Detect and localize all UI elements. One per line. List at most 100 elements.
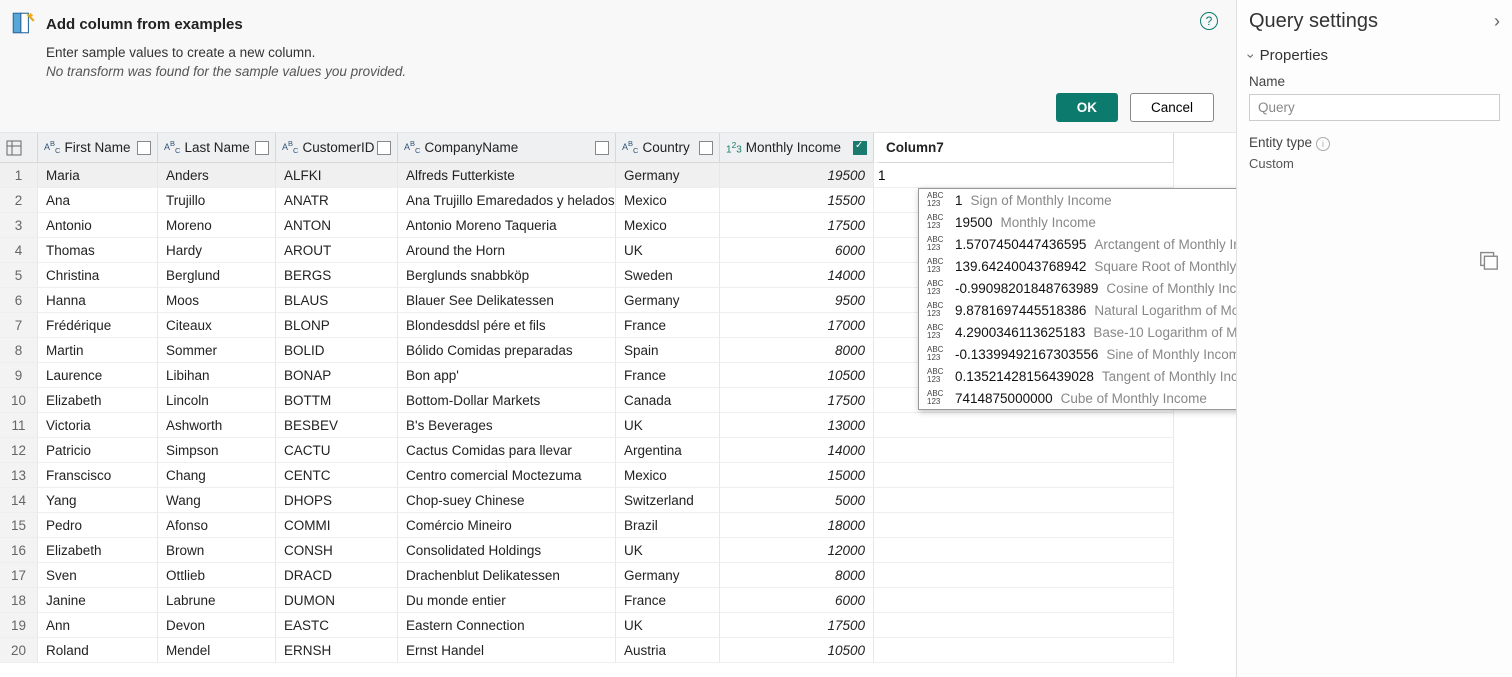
cell-country[interactable]: Canada [616, 388, 720, 413]
cell-first-name[interactable]: Antonio [38, 213, 158, 238]
cell-last-name[interactable]: Labrune [158, 588, 276, 613]
cell-country[interactable]: France [616, 588, 720, 613]
cell-company[interactable]: Cactus Comidas para llevar [398, 438, 616, 463]
row-number[interactable]: 7 [0, 313, 38, 338]
row-number[interactable]: 16 [0, 538, 38, 563]
row-number[interactable]: 9 [0, 363, 38, 388]
suggestion-item[interactable]: ABC123 7414875000000 Cube of Monthly Inc… [919, 387, 1236, 409]
cell-company[interactable]: Bon app' [398, 363, 616, 388]
cell-last-name[interactable]: Citeaux [158, 313, 276, 338]
cell-income[interactable]: 15500 [720, 188, 874, 213]
cell-income[interactable]: 19500 [720, 163, 874, 188]
applied-steps-icon[interactable] [1478, 248, 1500, 270]
row-number[interactable]: 10 [0, 388, 38, 413]
cell-first-name[interactable]: Elizabeth [38, 538, 158, 563]
row-number[interactable]: 17 [0, 563, 38, 588]
cell-income[interactable]: 8000 [720, 563, 874, 588]
cell-company[interactable]: Du monde entier [398, 588, 616, 613]
row-number[interactable]: 20 [0, 638, 38, 663]
cell-country[interactable]: UK [616, 538, 720, 563]
cell-company[interactable]: Alfreds Futterkiste [398, 163, 616, 188]
cell-customer-id[interactable]: ERNSH [276, 638, 398, 663]
cancel-button[interactable]: Cancel [1130, 93, 1214, 122]
cell-company[interactable]: Ana Trujillo Emaredados y helados [398, 188, 616, 213]
cell-company[interactable]: Blauer See Delikatessen [398, 288, 616, 313]
cell-country[interactable]: Mexico [616, 463, 720, 488]
column-header-country[interactable]: ABCCountry [616, 133, 720, 163]
cell-company[interactable]: B's Beverages [398, 413, 616, 438]
row-number[interactable]: 8 [0, 338, 38, 363]
cell-income[interactable]: 17500 [720, 388, 874, 413]
row-number[interactable]: 12 [0, 438, 38, 463]
cell-company[interactable]: Bólido Comidas preparadas [398, 338, 616, 363]
row-number[interactable]: 6 [0, 288, 38, 313]
example-blank-cell[interactable] [874, 638, 1174, 663]
row-number[interactable]: 15 [0, 513, 38, 538]
cell-customer-id[interactable]: BOLID [276, 338, 398, 363]
cell-company[interactable]: Consolidated Holdings [398, 538, 616, 563]
row-number[interactable]: 13 [0, 463, 38, 488]
cell-country[interactable]: Germany [616, 288, 720, 313]
suggestion-item[interactable]: ABC123 4.2900346113625183 Base-10 Logari… [919, 321, 1236, 343]
column-header-monthly-income[interactable]: 123Monthly Income [720, 133, 874, 163]
cell-income[interactable]: 6000 [720, 238, 874, 263]
help-icon[interactable]: ? [1200, 12, 1218, 30]
cell-last-name[interactable]: Libihan [158, 363, 276, 388]
cell-customer-id[interactable]: CENTC [276, 463, 398, 488]
example-blank-cell[interactable] [874, 463, 1174, 488]
expand-icon[interactable]: › [1494, 11, 1500, 32]
example-blank-cell[interactable] [874, 488, 1174, 513]
cell-income[interactable]: 8000 [720, 338, 874, 363]
cell-first-name[interactable]: Ana [38, 188, 158, 213]
cell-first-name[interactable]: Pedro [38, 513, 158, 538]
cell-customer-id[interactable]: EASTC [276, 613, 398, 638]
cell-income[interactable]: 17500 [720, 613, 874, 638]
cell-customer-id[interactable]: DRACD [276, 563, 398, 588]
example-input[interactable] [878, 168, 1169, 183]
cell-company[interactable]: Antonio Moreno Taqueria [398, 213, 616, 238]
cell-country[interactable]: France [616, 313, 720, 338]
column-checkbox[interactable] [137, 141, 151, 155]
cell-last-name[interactable]: Brown [158, 538, 276, 563]
query-name-input[interactable] [1249, 94, 1500, 121]
cell-country[interactable]: Switzerland [616, 488, 720, 513]
cell-last-name[interactable]: Trujillo [158, 188, 276, 213]
cell-country[interactable]: Mexico [616, 213, 720, 238]
cell-income[interactable]: 13000 [720, 413, 874, 438]
column-checkbox[interactable] [255, 141, 269, 155]
suggestion-item[interactable]: ABC123 -0.99098201848763989 Cosine of Mo… [919, 277, 1236, 299]
cell-last-name[interactable]: Simpson [158, 438, 276, 463]
column-header-first-name[interactable]: ABCFirst Name [38, 133, 158, 163]
cell-customer-id[interactable]: ANATR [276, 188, 398, 213]
cell-last-name[interactable]: Ottlieb [158, 563, 276, 588]
column-checkbox[interactable] [699, 141, 713, 155]
cell-last-name[interactable]: Sommer [158, 338, 276, 363]
cell-company[interactable]: Bottom-Dollar Markets [398, 388, 616, 413]
suggestion-item[interactable]: ABC123 1 Sign of Monthly Income [919, 189, 1236, 211]
cell-income[interactable]: 5000 [720, 488, 874, 513]
column-checkbox[interactable] [853, 141, 867, 155]
cell-first-name[interactable]: Victoria [38, 413, 158, 438]
row-number[interactable]: 5 [0, 263, 38, 288]
cell-country[interactable]: Sweden [616, 263, 720, 288]
cell-country[interactable]: UK [616, 238, 720, 263]
cell-company[interactable]: Berglunds snabbköp [398, 263, 616, 288]
cell-income[interactable]: 10500 [720, 638, 874, 663]
cell-first-name[interactable]: Hanna [38, 288, 158, 313]
cell-income[interactable]: 6000 [720, 588, 874, 613]
cell-last-name[interactable]: Moos [158, 288, 276, 313]
row-number[interactable]: 18 [0, 588, 38, 613]
cell-country[interactable]: Germany [616, 163, 720, 188]
cell-country[interactable]: Brazil [616, 513, 720, 538]
cell-first-name[interactable]: Janine [38, 588, 158, 613]
cell-company[interactable]: Comércio Mineiro [398, 513, 616, 538]
cell-first-name[interactable]: Ann [38, 613, 158, 638]
cell-company[interactable]: Centro comercial Moctezuma [398, 463, 616, 488]
cell-last-name[interactable]: Berglund [158, 263, 276, 288]
row-number[interactable]: 14 [0, 488, 38, 513]
cell-customer-id[interactable]: BONAP [276, 363, 398, 388]
ok-button[interactable]: OK [1056, 93, 1118, 122]
row-number[interactable]: 11 [0, 413, 38, 438]
cell-customer-id[interactable]: AROUT [276, 238, 398, 263]
cell-last-name[interactable]: Moreno [158, 213, 276, 238]
